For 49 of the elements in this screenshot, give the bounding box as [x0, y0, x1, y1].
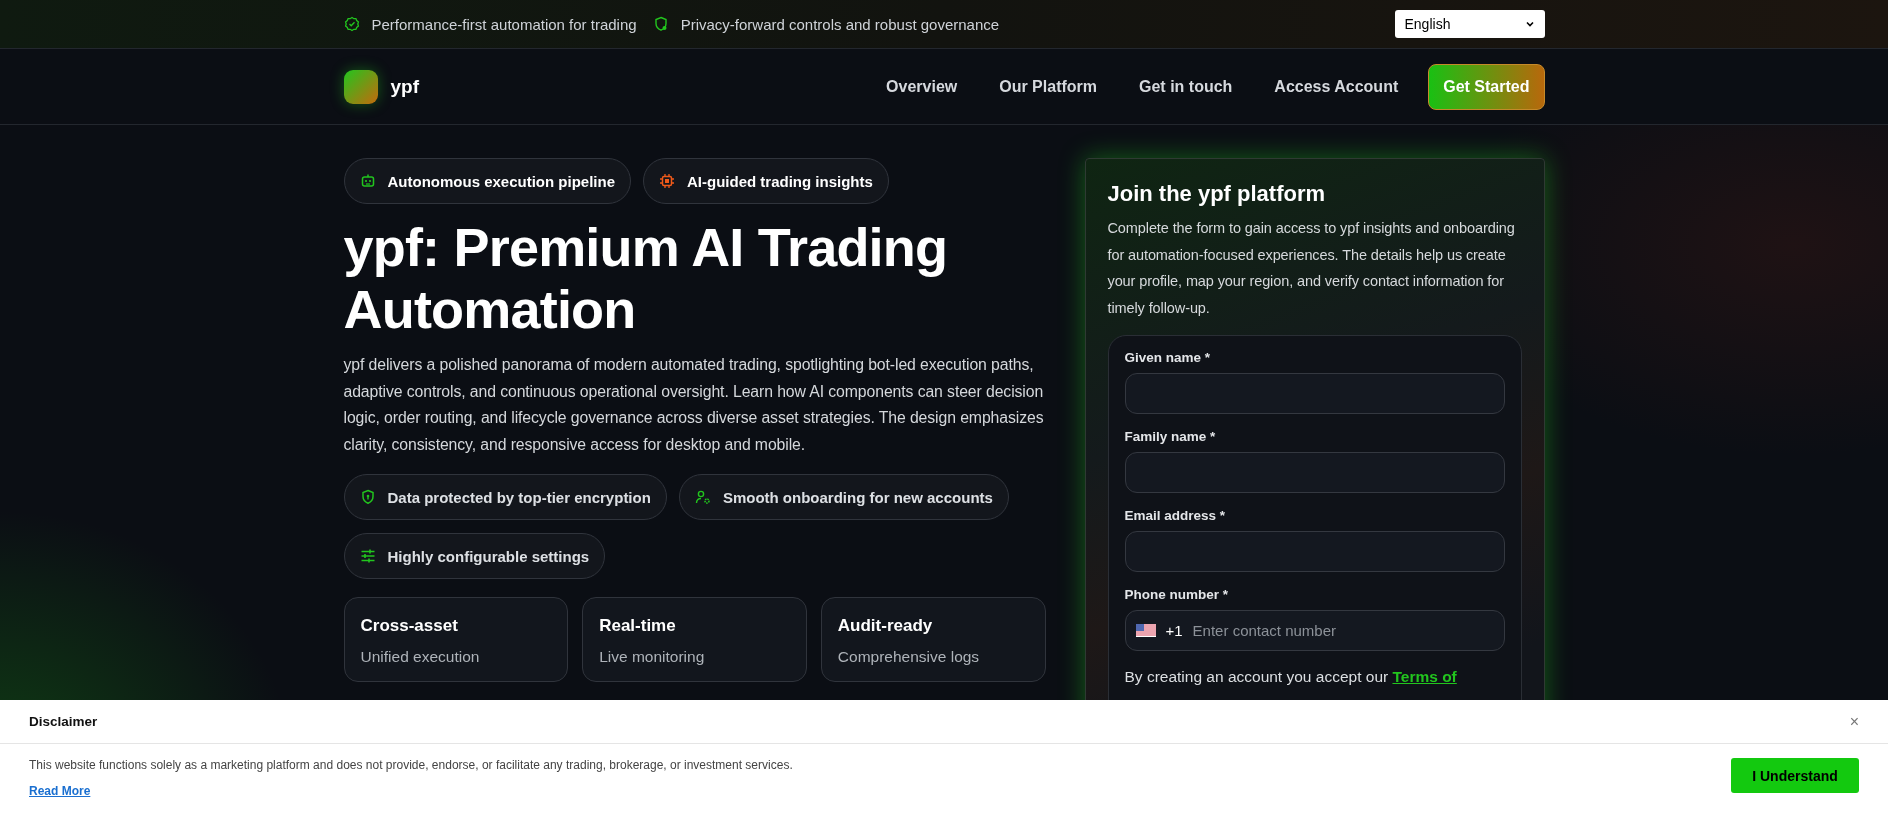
- announcement-text: Privacy-forward controls and robust governance: [680, 15, 1000, 33]
- stat-subtitle: Unified execution: [360, 648, 481, 666]
- check-badge-icon: [343, 16, 360, 32]
- get-started-button[interactable]: Get Started: [1428, 63, 1545, 110]
- input-field[interactable]: [1124, 373, 1505, 414]
- stat-subtitle: Comprehensive logs: [837, 648, 981, 666]
- nav-link[interactable]: Overview: [886, 77, 958, 96]
- phone-field[interactable]: +1 Enter contact number: [1124, 610, 1505, 651]
- form-title: Join the ypf platform: [1107, 181, 1327, 207]
- field-label: Given name *: [1124, 350, 1212, 365]
- input-field[interactable]: [1124, 531, 1505, 572]
- feature-badge: Autonomous execution pipeline: [343, 158, 631, 204]
- feature-badge: Highly configurable settings: [343, 533, 606, 579]
- close-button[interactable]: ×: [1849, 712, 1859, 731]
- feature-badge: Smooth onboarding for new accounts: [678, 474, 1009, 520]
- terms-text: By creating an account you accept our Terms of: [1124, 667, 1458, 687]
- stat-subtitle: Live monitoring: [599, 648, 706, 666]
- chip-icon: [659, 173, 675, 189]
- terms-link[interactable]: Terms of: [1392, 668, 1457, 685]
- sliders-icon: [359, 548, 376, 564]
- nav-link[interactable]: Get in touch: [1139, 77, 1233, 96]
- user-gear-icon: [694, 489, 711, 505]
- hero-heading: ypf: Premium AI Trading Automation: [343, 216, 949, 340]
- logo-icon: [343, 69, 378, 104]
- form-description: Complete the form to gain access to ypf insights and onboarding for automation-focused experiences. The details help us create your profile, map your region, and verify contact information for timely follow-up.: [1107, 219, 1516, 318]
- robot-icon: [359, 173, 376, 189]
- nav-link[interactable]: Access Account: [1274, 77, 1399, 96]
- stat-title: Real-time: [599, 616, 677, 636]
- hero-description: ypf delivers a polished panorama of modern automated trading, spotlighting bot-led execution paths, adaptive controls, and continuous operational oversight. Learn how AI components can steer decision logic, order routing, and lifecycle governance across diverse asset strategies. The design emphasizes clarity, consistency, and responsive access for desktop and mobile.: [343, 355, 1045, 455]
- disclaimer-title: Disclaimer: [29, 714, 98, 729]
- feature-badge: Data protected by top-tier encryption: [343, 474, 667, 520]
- read-more-link[interactable]: Read More: [29, 784, 793, 798]
- understand-button[interactable]: I Understand: [1731, 758, 1859, 793]
- shield-lock-icon: [652, 16, 669, 32]
- flag-icon: [1135, 624, 1156, 637]
- language-select[interactable]: English: [1394, 10, 1545, 38]
- stat-title: Cross-asset: [360, 616, 459, 636]
- field-label: Family name *: [1124, 429, 1217, 444]
- shield-icon: [359, 489, 376, 505]
- chevron-down-icon: [1524, 19, 1535, 29]
- field-label: Phone number *: [1124, 587, 1229, 602]
- brand-name[interactable]: ypf: [390, 75, 419, 98]
- nav-link[interactable]: Our Platform: [999, 77, 1097, 96]
- input-field[interactable]: [1124, 452, 1505, 493]
- disclaimer-text: This website functions solely as a marketing platform and does not provide, endorse, or facilitate any trading, brokerage, or investment services.: [29, 758, 793, 772]
- feature-badge: AI-guided trading insights: [643, 158, 889, 204]
- stat-title: Audit-ready: [837, 616, 934, 636]
- announcement-text: Performance-first automation for trading: [371, 15, 637, 33]
- field-label: Email address *: [1124, 508, 1227, 523]
